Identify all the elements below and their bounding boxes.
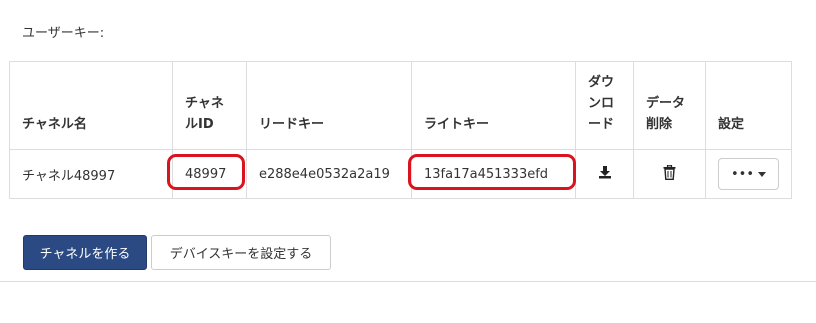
- settings-button[interactable]: •••: [718, 158, 780, 190]
- header-channel-id: チャネルID: [172, 61, 247, 150]
- set-device-key-button[interactable]: デバイスキーを設定する: [151, 235, 331, 270]
- create-channel-button[interactable]: チャネルを作る: [23, 235, 147, 270]
- table-header-row: チャネル名 チャネルID リードキー ライトキー ダウンロード データ削除 設定: [9, 61, 793, 150]
- caret-down-icon: [758, 171, 767, 177]
- channel-id-cell: 48997: [172, 149, 247, 199]
- header-settings: 設定: [704, 61, 793, 150]
- channel-name-cell: チャネル48997: [9, 149, 173, 199]
- channel-table: チャネル名 チャネルID リードキー ライトキー ダウンロード データ削除 設定…: [9, 61, 793, 199]
- download-icon[interactable]: [598, 165, 612, 183]
- header-read-key: リードキー: [246, 61, 412, 150]
- header-delete: データ削除: [633, 61, 706, 150]
- header-channel-name: チャネル名: [9, 61, 173, 150]
- read-key-cell: e288e4e0532a2a19: [246, 149, 412, 199]
- table-row: チャネル48997 48997 e288e4e0532a2a19 13fa17a…: [9, 149, 793, 199]
- divider: [0, 281, 816, 282]
- header-download: ダウンロード: [575, 61, 634, 150]
- settings-button-label: •••: [731, 166, 755, 182]
- delete-cell: [633, 149, 706, 199]
- write-key-cell: 13fa17a451333efd: [411, 149, 576, 199]
- trash-icon[interactable]: [663, 164, 676, 184]
- header-write-key: ライトキー: [411, 61, 576, 150]
- user-key-label: ユーザーキー:: [22, 26, 105, 41]
- download-cell: [575, 149, 634, 199]
- settings-cell: •••: [704, 149, 793, 199]
